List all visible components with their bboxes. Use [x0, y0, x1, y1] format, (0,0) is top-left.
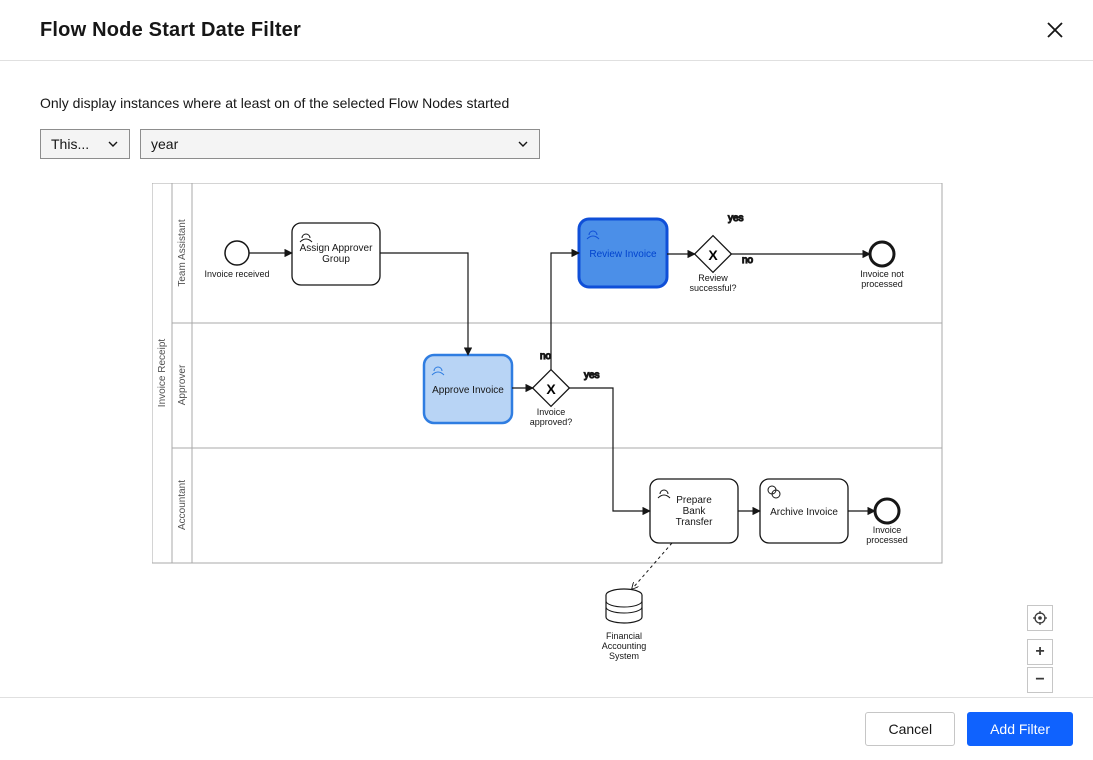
task-assign-approver[interactable]: Assign ApproverGroup — [292, 223, 380, 285]
svg-text:Archive Invoice: Archive Invoice — [770, 507, 838, 518]
period-unit-value: year — [151, 136, 178, 152]
period-unit-dropdown[interactable]: year — [140, 129, 540, 159]
svg-text:Review Invoice: Review Invoice — [589, 249, 657, 260]
end-event-not-processed[interactable]: Invoice notprocessed — [860, 242, 904, 289]
end-event-processed[interactable]: Invoiceprocessed — [866, 499, 908, 545]
task-prepare-bank-transfer[interactable]: PrepareBankTransfer — [650, 479, 738, 543]
bpmn-diagram: Invoice Receipt Team Assistant Approver … — [152, 183, 952, 693]
task-approve-invoice[interactable]: Approve Invoice — [424, 355, 512, 423]
cancel-button[interactable]: Cancel — [865, 712, 955, 746]
svg-text:yes: yes — [584, 370, 600, 381]
target-icon — [1033, 611, 1047, 625]
plus-icon: + — [1035, 643, 1044, 661]
svg-text:FinancialAccountingSystem: FinancialAccountingSystem — [602, 631, 647, 661]
task-review-invoice[interactable]: Review Invoice — [579, 219, 667, 287]
close-icon — [1046, 21, 1064, 39]
period-scope-value: This... — [51, 136, 89, 152]
svg-text:Reviewsuccessful?: Reviewsuccessful? — [689, 273, 736, 293]
modal-subtitle: Only display instances where at least on… — [40, 95, 1053, 111]
zoom-controls: + − — [1027, 605, 1053, 693]
filter-modal: Flow Node Start Date Filter Only display… — [0, 0, 1093, 760]
zoom-out-button[interactable]: − — [1027, 667, 1053, 693]
svg-text:Invoiceprocessed: Invoiceprocessed — [866, 525, 908, 545]
task-archive-invoice[interactable]: Archive Invoice — [760, 479, 848, 543]
svg-text:yes: yes — [728, 213, 744, 224]
modal-title: Flow Node Start Date Filter — [40, 19, 301, 42]
gateway-review-successful[interactable]: X Reviewsuccessful? — [689, 236, 736, 293]
svg-text:X: X — [546, 381, 556, 397]
chevron-down-icon — [517, 138, 529, 150]
zoom-reset-button[interactable] — [1027, 605, 1053, 631]
lane-label-2: Accountant — [177, 480, 188, 530]
lane-label-0: Team Assistant — [177, 219, 188, 286]
gateway-invoice-approved[interactable]: X Invoiceapproved? — [530, 370, 573, 427]
svg-text:no: no — [742, 255, 754, 266]
svg-text:Invoiceapproved?: Invoiceapproved? — [530, 407, 573, 427]
date-filter-dropdowns: This... year — [40, 129, 1053, 159]
add-filter-button[interactable]: Add Filter — [967, 712, 1073, 746]
modal-body: Only display instances where at least on… — [0, 61, 1093, 697]
minus-icon: − — [1035, 671, 1044, 689]
svg-text:Invoice notprocessed: Invoice notprocessed — [860, 269, 904, 289]
pool-label: Invoice Receipt — [157, 339, 168, 408]
svg-text:X: X — [708, 247, 718, 263]
close-button[interactable] — [1041, 16, 1069, 44]
start-event-invoice-received[interactable]: Invoice received — [204, 241, 269, 279]
zoom-in-button[interactable]: + — [1027, 639, 1053, 665]
period-scope-dropdown[interactable]: This... — [40, 129, 130, 159]
svg-text:no: no — [540, 351, 552, 362]
svg-text:Invoice received: Invoice received — [204, 269, 269, 279]
modal-footer: Cancel Add Filter — [0, 697, 1093, 760]
modal-header: Flow Node Start Date Filter — [0, 0, 1093, 61]
svg-text:Approve Invoice: Approve Invoice — [432, 385, 504, 396]
chevron-down-icon — [107, 138, 119, 150]
bpmn-diagram-container[interactable]: Invoice Receipt Team Assistant Approver … — [40, 183, 1053, 697]
data-store-fas[interactable]: FinancialAccountingSystem — [602, 589, 647, 661]
lane-label-1: Approver — [177, 364, 188, 405]
